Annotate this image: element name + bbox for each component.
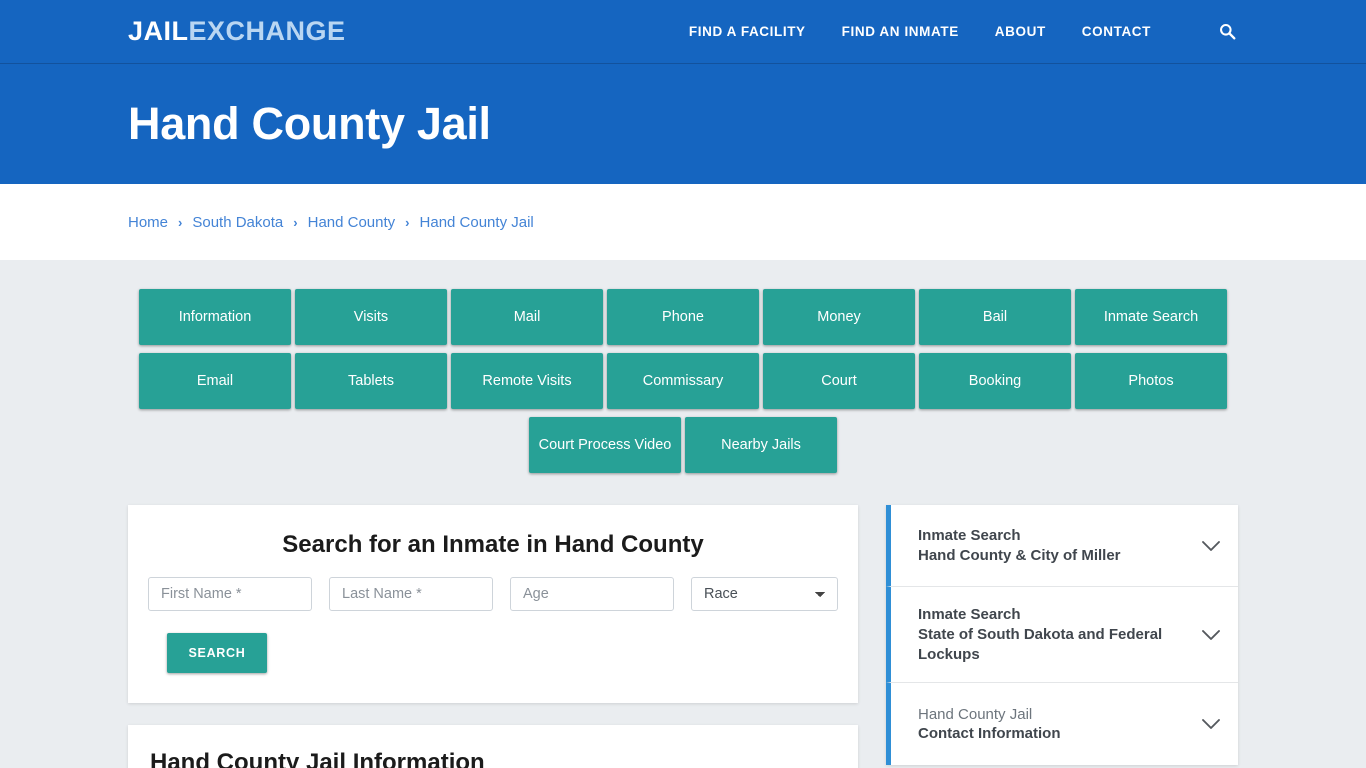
accordion-item-line1: Hand County Jail [918, 705, 1033, 723]
sidebar-accordion: Inmate Search Hand County & City of Mill… [886, 505, 1238, 766]
topic-button-tablets[interactable]: Tablets [295, 353, 447, 409]
breadcrumb: Home › South Dakota › Hand County › Hand… [128, 214, 534, 231]
topic-button-court-process-video[interactable]: Court Process Video [529, 417, 681, 473]
page-body: Information Visits Mail Phone Money Bail… [0, 260, 1366, 768]
logo-text-primary: JAIL [128, 16, 189, 46]
breadcrumb-item-hand-county[interactable]: Hand County [308, 214, 396, 231]
nav-item-find-an-inmate[interactable]: FIND AN INMATE [842, 24, 959, 39]
primary-nav: FIND A FACILITY FIND AN INMATE ABOUT CON… [689, 23, 1236, 40]
logo-text-secondary: EXCHANGE [188, 16, 346, 46]
content-columns: Search for an Inmate in Hand County Race… [128, 505, 1238, 768]
chevron-down-icon [1200, 624, 1222, 646]
age-input[interactable] [510, 577, 674, 611]
topic-button-booking[interactable]: Booking [919, 353, 1071, 409]
site-logo[interactable]: JAILEXCHANGE [128, 16, 346, 47]
content-container: Search for an Inmate in Hand County Race… [128, 505, 1238, 768]
last-name-input[interactable] [329, 577, 493, 611]
topic-button-bail[interactable]: Bail [919, 289, 1071, 345]
chevron-right-icon: › [405, 214, 410, 230]
topic-button-email[interactable]: Email [139, 353, 291, 409]
search-toggle-button[interactable] [1219, 23, 1236, 40]
topic-button-money[interactable]: Money [763, 289, 915, 345]
topic-button-remote-visits[interactable]: Remote Visits [451, 353, 603, 409]
jail-information-card: Hand County Jail Information [128, 725, 858, 768]
inmate-search-card: Search for an Inmate in Hand County Race… [128, 505, 858, 703]
jail-information-title: Hand County Jail Information [150, 749, 485, 768]
chevron-down-icon [1200, 535, 1222, 557]
chevron-down-icon [1200, 713, 1222, 735]
search-icon [1220, 24, 1236, 40]
accordion-item-text: Hand County Jail Contact Information [918, 705, 1190, 745]
page-title-band: Hand County Jail [0, 64, 1366, 184]
accordion-item-line2: Contact Information [918, 725, 1061, 743]
topic-button-photos[interactable]: Photos [1075, 353, 1227, 409]
breadcrumb-item-home[interactable]: Home [128, 214, 168, 231]
accordion-item-line2: State of South Dakota and Federal Lockup… [918, 625, 1163, 663]
chevron-right-icon: › [178, 214, 183, 230]
nav-item-contact[interactable]: CONTACT [1082, 24, 1151, 39]
first-name-input[interactable] [148, 577, 312, 611]
topic-button-commissary[interactable]: Commissary [607, 353, 759, 409]
topic-button-visits[interactable]: Visits [295, 289, 447, 345]
breadcrumb-item-south-dakota[interactable]: South Dakota [192, 214, 283, 231]
facility-topic-buttons: Information Visits Mail Phone Money Bail… [134, 289, 1232, 473]
nav-item-about[interactable]: ABOUT [995, 24, 1046, 39]
topic-button-inmate-search[interactable]: Inmate Search [1075, 289, 1227, 345]
topic-button-information[interactable]: Information [139, 289, 291, 345]
inmate-search-fields: Race [148, 577, 838, 611]
chevron-right-icon: › [293, 214, 298, 230]
topic-button-phone[interactable]: Phone [607, 289, 759, 345]
nav-item-find-a-facility[interactable]: FIND A FACILITY [689, 24, 806, 39]
top-navbar: JAILEXCHANGE FIND A FACILITY FIND AN INM… [0, 0, 1366, 64]
accordion-item-line2: Hand County & City of Miller [918, 546, 1121, 564]
accordion-item-text: Inmate Search Hand County & City of Mill… [918, 526, 1190, 566]
topic-button-mail[interactable]: Mail [451, 289, 603, 345]
breadcrumb-bar: Home › South Dakota › Hand County › Hand… [0, 184, 1366, 260]
accordion-item-line1: Inmate Search [918, 526, 1021, 544]
page-title: Hand County Jail [128, 98, 491, 149]
accordion-item-text: Inmate Search State of South Dakota and … [918, 605, 1190, 664]
search-submit-button[interactable]: SEARCH [167, 633, 267, 673]
race-select[interactable]: Race [691, 577, 838, 611]
topic-button-court[interactable]: Court [763, 353, 915, 409]
inmate-search-title: Search for an Inmate in Hand County [282, 531, 704, 558]
breadcrumb-item-hand-county-jail[interactable]: Hand County Jail [420, 214, 534, 231]
topic-button-nearby-jails[interactable]: Nearby Jails [685, 417, 837, 473]
accordion-item-inmate-search-state[interactable]: Inmate Search State of South Dakota and … [886, 587, 1238, 684]
sidebar-column: Inmate Search Hand County & City of Mill… [886, 505, 1238, 766]
accordion-item-line1: Inmate Search [918, 606, 1021, 623]
accordion-item-contact-information[interactable]: Hand County Jail Contact Information [886, 683, 1238, 766]
accordion-item-inmate-search-county[interactable]: Inmate Search Hand County & City of Mill… [886, 505, 1238, 587]
main-column: Search for an Inmate in Hand County Race… [128, 505, 858, 768]
